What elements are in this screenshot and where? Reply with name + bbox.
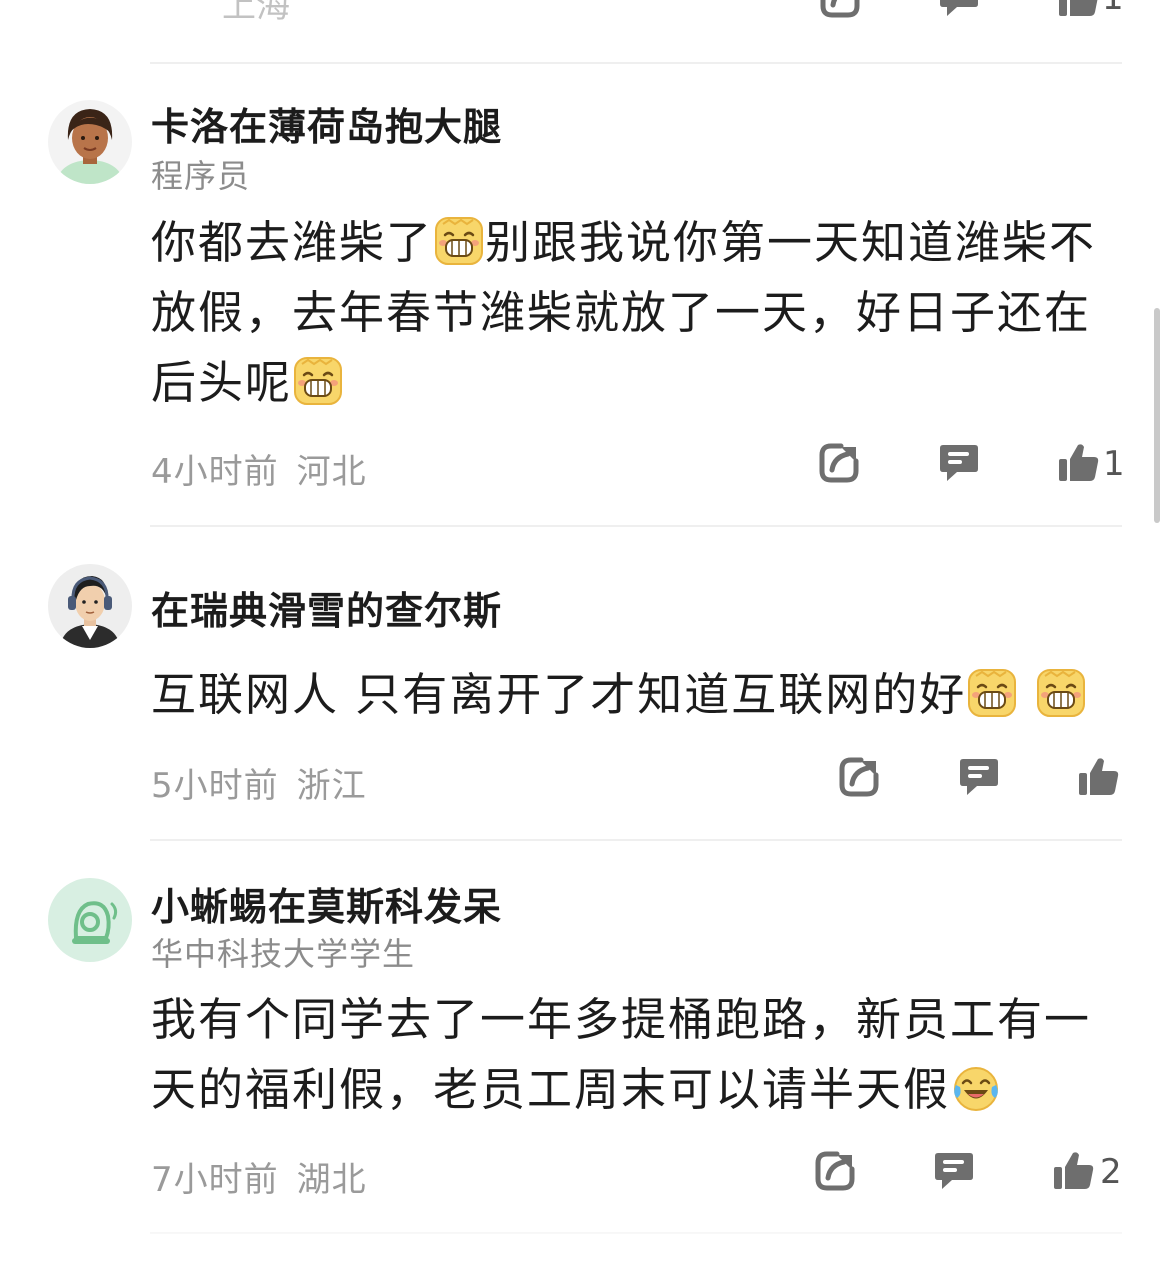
divider (150, 839, 1122, 841)
share-icon[interactable] (837, 755, 881, 799)
comment-meta: 5小时前 浙江 (151, 758, 367, 807)
thumbs-up-icon[interactable] (1057, 441, 1101, 485)
location-text: 上海 (222, 0, 290, 26)
username[interactable]: 小蜥蜴在莫斯科发呆 (151, 876, 502, 931)
reply-icon[interactable] (957, 755, 1001, 799)
reply-icon[interactable] (937, 0, 981, 20)
thumbs-up-icon[interactable] (1077, 755, 1121, 799)
man-headphones-avatar[interactable] (48, 564, 132, 648)
reply-icon[interactable] (932, 1149, 976, 1193)
grin-emoji (434, 216, 484, 266)
comment-text[interactable]: 互联网人 只有离开了才知道互联网的好 (151, 660, 1111, 730)
alarm-bell-avatar[interactable] (48, 878, 132, 962)
tears-of-joy-emoji (951, 1063, 1001, 1113)
share-icon[interactable] (818, 0, 862, 20)
like-count: 1 (1103, 444, 1125, 484)
like-count: 2 (1100, 1152, 1122, 1192)
location-text: 湖北 (296, 1160, 367, 1200)
timestamp: 4小时前 (151, 452, 279, 492)
grin-emoji (967, 668, 1017, 718)
reply-icon[interactable] (937, 441, 981, 485)
username[interactable]: 在瑞典滑雪的查尔斯 (151, 580, 502, 635)
timestamp: 5小时前 (151, 766, 279, 806)
thumbs-up-icon[interactable] (1052, 1149, 1096, 1193)
comment-meta: 7小时前 湖北 (151, 1152, 367, 1201)
scrollbar[interactable] (1154, 308, 1160, 523)
comment-text[interactable]: 我有个同学去了一年多提桶跑路，新员工有一天的福利假，老员工周末可以请半天假 (151, 985, 1111, 1125)
grin-emoji (293, 356, 343, 406)
username[interactable]: 卡洛在薄荷岛抱大腿 (151, 96, 502, 151)
share-icon[interactable] (813, 1149, 857, 1193)
thumbs-up-icon[interactable] (1057, 0, 1101, 20)
divider (150, 62, 1122, 64)
like-count: 1 (1102, 0, 1124, 18)
timestamp: 7小时前 (151, 1160, 279, 1200)
comment-meta: 4小时前 河北 (151, 444, 367, 493)
divider (150, 525, 1122, 527)
location-text: 河北 (296, 452, 367, 492)
location-text: 浙江 (296, 766, 367, 806)
bottom-fade (0, 1200, 1170, 1262)
user-title: 华中科技大学学生 (151, 935, 416, 973)
grin-emoji (1036, 668, 1086, 718)
user-title: 程序员 (151, 157, 251, 195)
previous-comment-partial: 上海 1 (0, 0, 1170, 66)
share-icon[interactable] (817, 441, 861, 485)
comment-text[interactable]: 你都去潍柴了 别跟我说你第一天知道潍柴不放假，去年春节潍柴就放了一天，好日子还在后… (151, 208, 1111, 418)
woman-avatar[interactable] (48, 100, 132, 184)
